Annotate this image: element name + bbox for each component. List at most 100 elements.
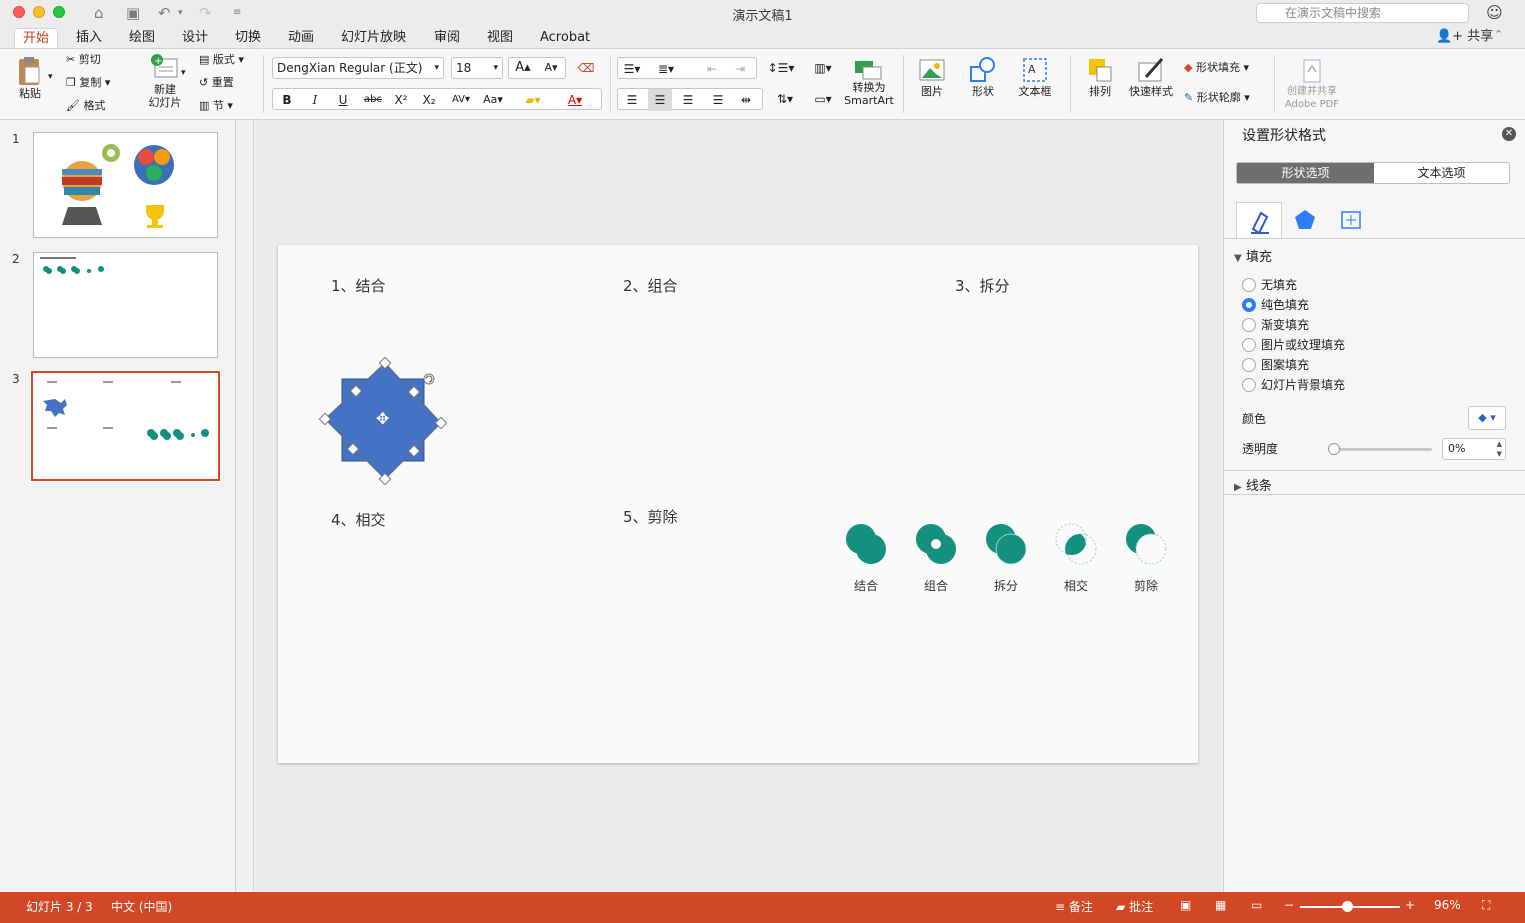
boolean-circles-illustration[interactable] <box>838 519 1178 575</box>
label-intersect[interactable]: 4、相交 <box>331 509 386 530</box>
zoom-level[interactable]: 96% <box>1434 898 1461 912</box>
label-subtract[interactable]: 5、剪除 <box>623 506 678 527</box>
radio-picture-fill[interactable]: 图片或纹理填充 <box>1242 337 1345 353</box>
slide-thumbnail-1[interactable] <box>33 132 218 238</box>
distributed-icon[interactable]: ⇹ <box>734 89 758 111</box>
clear-formatting-icon[interactable]: ⌫ <box>574 57 598 79</box>
tab-insert[interactable]: 插入 <box>68 28 110 48</box>
decrease-indent-icon[interactable]: ⇤ <box>700 58 724 80</box>
numbering-icon[interactable]: ≣▾ <box>654 58 678 80</box>
textbox-button[interactable]: A 文本框 <box>1013 55 1057 98</box>
shrink-font-icon[interactable]: A▾ <box>539 57 563 79</box>
tab-slideshow[interactable]: 幻灯片放映 <box>333 28 414 48</box>
paste-dropdown-icon[interactable]: ▾ <box>48 71 53 84</box>
character-spacing-icon[interactable]: AV▾ <box>449 89 473 111</box>
zoom-slider-thumb[interactable] <box>1342 901 1353 912</box>
font-size-select[interactable]: 18 ▾ <box>451 57 503 79</box>
superscript-icon[interactable]: X² <box>389 89 413 111</box>
reset-button[interactable]: ↺ 重置 <box>199 76 234 89</box>
shape-fill-button[interactable]: ◆ 形状填充 ▾ <box>1184 61 1249 74</box>
line-spacing-icon[interactable]: ↕☰▾ <box>764 57 798 79</box>
highlight-icon[interactable]: ▰▾ <box>521 89 545 111</box>
radio-pattern-fill[interactable]: 图案填充 <box>1242 357 1309 373</box>
notes-button[interactable]: ≡ 备注 <box>1055 898 1093 915</box>
cut-button[interactable]: ✂ 剪切 <box>66 53 101 66</box>
size-properties-icon[interactable] <box>1328 202 1374 238</box>
layout-button[interactable]: ▤ 版式 ▾ <box>199 53 244 66</box>
picture-button[interactable]: 图片 <box>912 55 952 98</box>
change-case-icon[interactable]: Aa▾ <box>481 89 505 111</box>
section-button[interactable]: ▥ 节 ▾ <box>199 99 233 112</box>
shape-outline-button[interactable]: ✎ 形状轮廓 ▾ <box>1184 91 1250 104</box>
tab-transitions[interactable]: 切换 <box>227 28 269 48</box>
bullets-icon[interactable]: ☰▾ <box>620 58 644 80</box>
radio-solid-fill[interactable]: 纯色填充 <box>1242 297 1309 313</box>
grow-font-icon[interactable]: A▴ <box>511 57 535 79</box>
radio-gradient-fill[interactable]: 渐变填充 <box>1242 317 1309 333</box>
slide-thumbnail-2[interactable] <box>33 252 218 358</box>
italic-icon[interactable]: I <box>303 89 327 111</box>
label-combine[interactable]: 2、组合 <box>623 275 678 296</box>
feedback-smiley-icon[interactable]: ☺ <box>1486 3 1503 22</box>
panel-splitter[interactable] <box>236 120 254 892</box>
new-slide-dropdown-icon[interactable]: ▾ <box>181 67 186 80</box>
fill-section-header[interactable]: ▼ 填充 <box>1234 246 1272 265</box>
language[interactable]: 中文 (中国) <box>111 898 172 915</box>
underline-icon[interactable]: U <box>331 89 355 111</box>
tab-home[interactable]: 开始 <box>14 28 59 48</box>
font-color-icon[interactable]: A▾ <box>563 89 587 111</box>
share-button[interactable]: 👤+ 共享 <box>1436 28 1493 46</box>
align-text-icon[interactable]: ▭▾ <box>806 88 840 110</box>
convert-smartart-button[interactable]: 转换为 SmartArt <box>844 57 894 107</box>
fill-line-icon[interactable] <box>1236 202 1282 238</box>
line-section-header[interactable]: ▶ 线条 <box>1234 475 1272 494</box>
close-icon[interactable]: ✕ <box>1502 127 1516 141</box>
justify-icon[interactable]: ☰ <box>706 89 730 111</box>
bold-icon[interactable]: B <box>275 89 299 111</box>
comments-button[interactable]: ▰ 批注 <box>1116 898 1153 915</box>
shape-button[interactable]: 形状 <box>963 55 1003 98</box>
slide-thumbnail-3[interactable] <box>30 370 221 482</box>
stepper-icon[interactable]: ▲ ▼ <box>1497 439 1502 459</box>
tab-animations[interactable]: 动画 <box>280 28 322 48</box>
format-painter-button[interactable]: 🖌 格式 <box>66 99 105 112</box>
tab-design[interactable]: 设计 <box>174 28 216 48</box>
quick-style-button[interactable]: 快速样式 <box>1126 55 1176 98</box>
collapse-ribbon-icon[interactable]: ⌃ <box>1494 28 1503 41</box>
tab-review[interactable]: 审阅 <box>426 28 468 48</box>
presenter-view-icon[interactable]: ▭ <box>1251 898 1262 912</box>
tab-shape-options[interactable]: 形状选项 <box>1237 163 1374 183</box>
slider-thumb[interactable] <box>1328 443 1340 455</box>
tab-view[interactable]: 视图 <box>479 28 521 48</box>
increase-indent-icon[interactable]: ⇥ <box>728 58 752 80</box>
selected-shapes[interactable]: ✥ <box>316 353 456 485</box>
radio-background-fill[interactable]: 幻灯片背景填充 <box>1242 377 1345 393</box>
tab-text-options[interactable]: 文本选项 <box>1374 163 1509 183</box>
label-union[interactable]: 1、结合 <box>331 275 386 296</box>
align-center-icon[interactable]: ☰ <box>648 89 672 111</box>
font-name-select[interactable]: DengXian Regular (正文) ▾ <box>272 57 444 79</box>
zoom-in-icon[interactable]: + <box>1405 898 1415 912</box>
color-picker-button[interactable]: ◆ ▾ <box>1468 406 1506 430</box>
strikethrough-icon[interactable]: abc <box>361 89 385 111</box>
align-left-icon[interactable]: ☰ <box>620 89 644 111</box>
tab-draw[interactable]: 绘图 <box>121 28 163 48</box>
text-direction-icon[interactable]: ⇅▾ <box>768 88 802 110</box>
slide-canvas[interactable]: 1、结合 2、组合 3、拆分 4、相交 5、剪除 ✥ 结合 组合 拆分 相交 剪… <box>278 245 1198 763</box>
arrange-button[interactable]: 排列 <box>1080 55 1120 98</box>
transparency-input[interactable]: 0% ▲ ▼ <box>1442 438 1506 460</box>
label-fragment[interactable]: 3、拆分 <box>955 275 1010 296</box>
tab-acrobat[interactable]: Acrobat <box>532 28 598 48</box>
fit-to-window-icon[interactable]: ⛶ <box>1482 898 1490 913</box>
columns-icon[interactable]: ▥▾ <box>806 57 840 79</box>
subscript-icon[interactable]: X₂ <box>417 89 441 111</box>
adobe-pdf-button[interactable]: 创建并共享 Adobe PDF <box>1282 57 1342 111</box>
new-slide-button[interactable]: + 新建 幻灯片 <box>142 53 188 109</box>
radio-no-fill[interactable]: 无填充 <box>1242 277 1297 293</box>
effects-pentagon-icon[interactable] <box>1282 202 1328 238</box>
align-right-icon[interactable]: ☰ <box>676 89 700 111</box>
normal-view-icon[interactable]: ▣ <box>1180 898 1191 912</box>
transparency-slider[interactable] <box>1330 448 1432 451</box>
copy-button[interactable]: ❐ 复制 ▾ <box>66 76 110 89</box>
slide-sorter-icon[interactable]: ▦ <box>1215 898 1226 912</box>
